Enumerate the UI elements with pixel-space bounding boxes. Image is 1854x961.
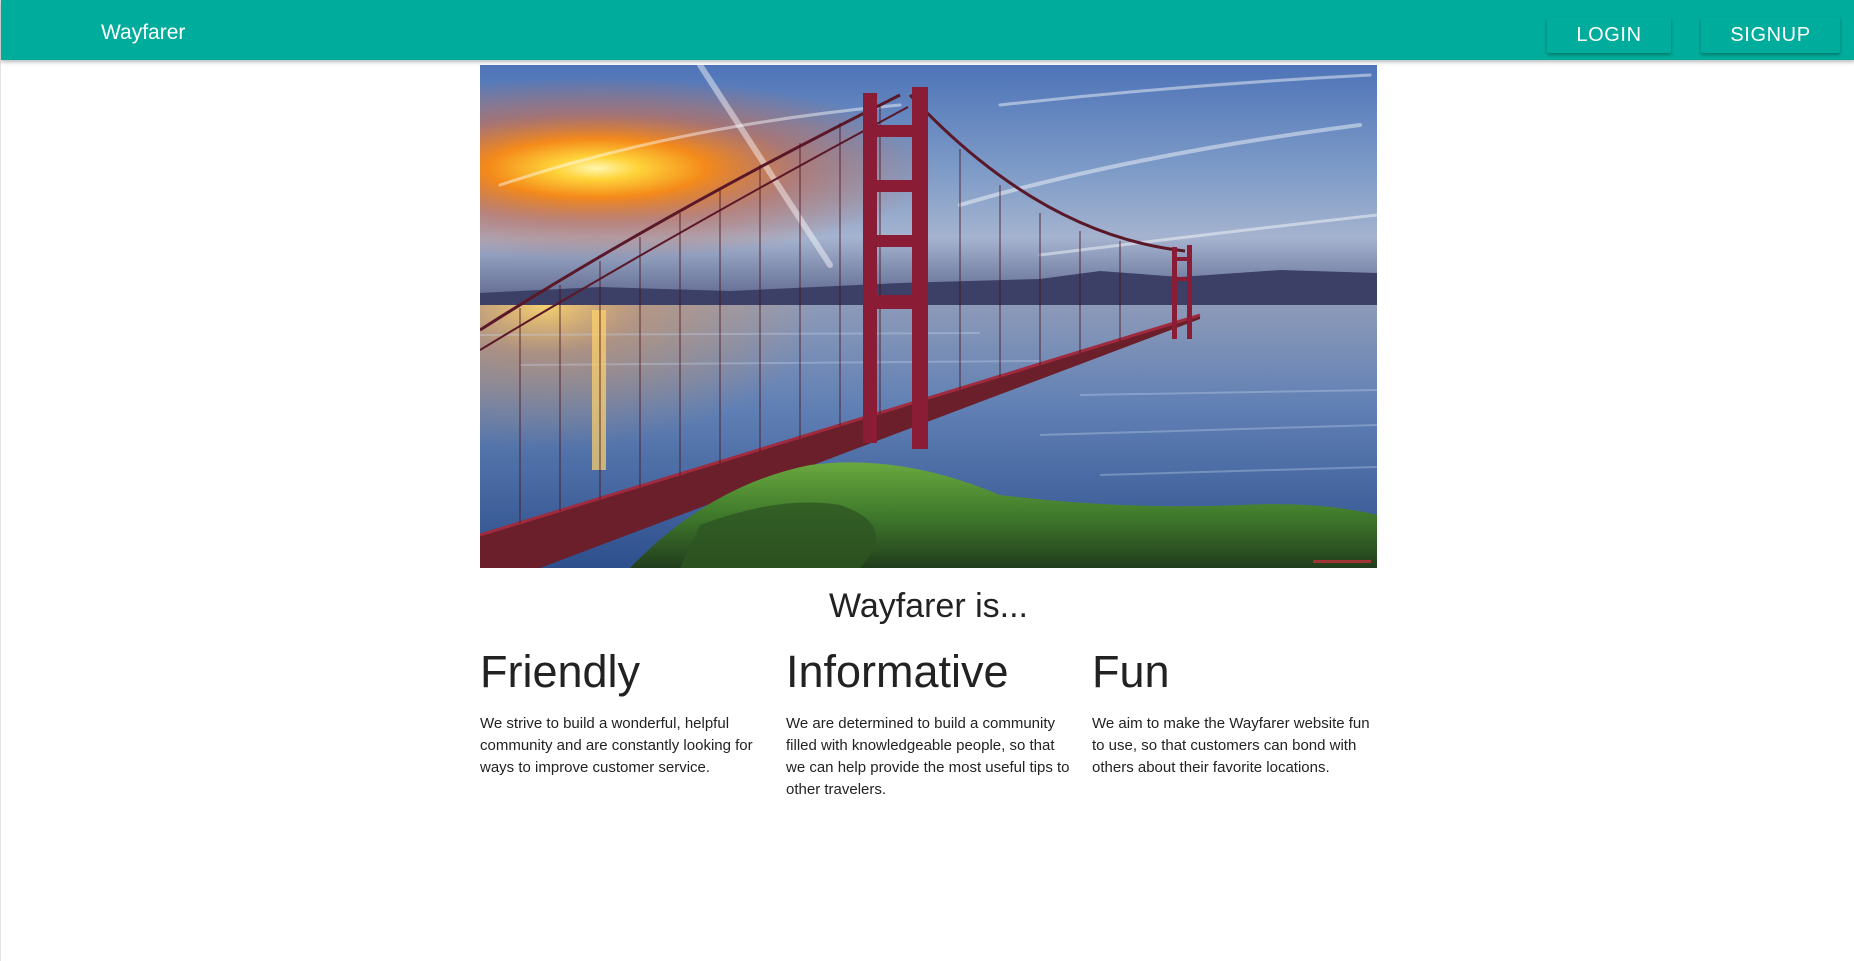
feature-informative: Informative We are determined to build a… [786, 645, 1076, 801]
feature-description: We are determined to build a community f… [786, 715, 1070, 798]
feature-title: Fun [1092, 646, 1170, 697]
brand-logo-link[interactable]: Wayfarer [101, 20, 185, 46]
golden-gate-bridge-illustration [480, 65, 1377, 568]
page: Wayfarer LOGIN SIGNUP Wayfarer is... Fri… [0, 0, 1854, 961]
login-button[interactable]: LOGIN [1547, 17, 1671, 53]
feature-title: Informative [786, 646, 1009, 697]
feature-description: We aim to make the Wayfarer website fun … [1092, 715, 1370, 776]
feature-fun: Fun We aim to make the Wayfarer website … [1092, 645, 1382, 779]
feature-friendly: Friendly We strive to build a wonderful,… [480, 645, 770, 779]
section-heading: Wayfarer is... [829, 587, 1028, 625]
signup-button[interactable]: SIGNUP [1701, 17, 1840, 53]
feature-title: Friendly [480, 646, 641, 697]
feature-description: We strive to build a wonderful, helpful … [480, 715, 753, 776]
hero-image [480, 65, 1377, 568]
navbar: Wayfarer LOGIN SIGNUP [1, 0, 1854, 60]
